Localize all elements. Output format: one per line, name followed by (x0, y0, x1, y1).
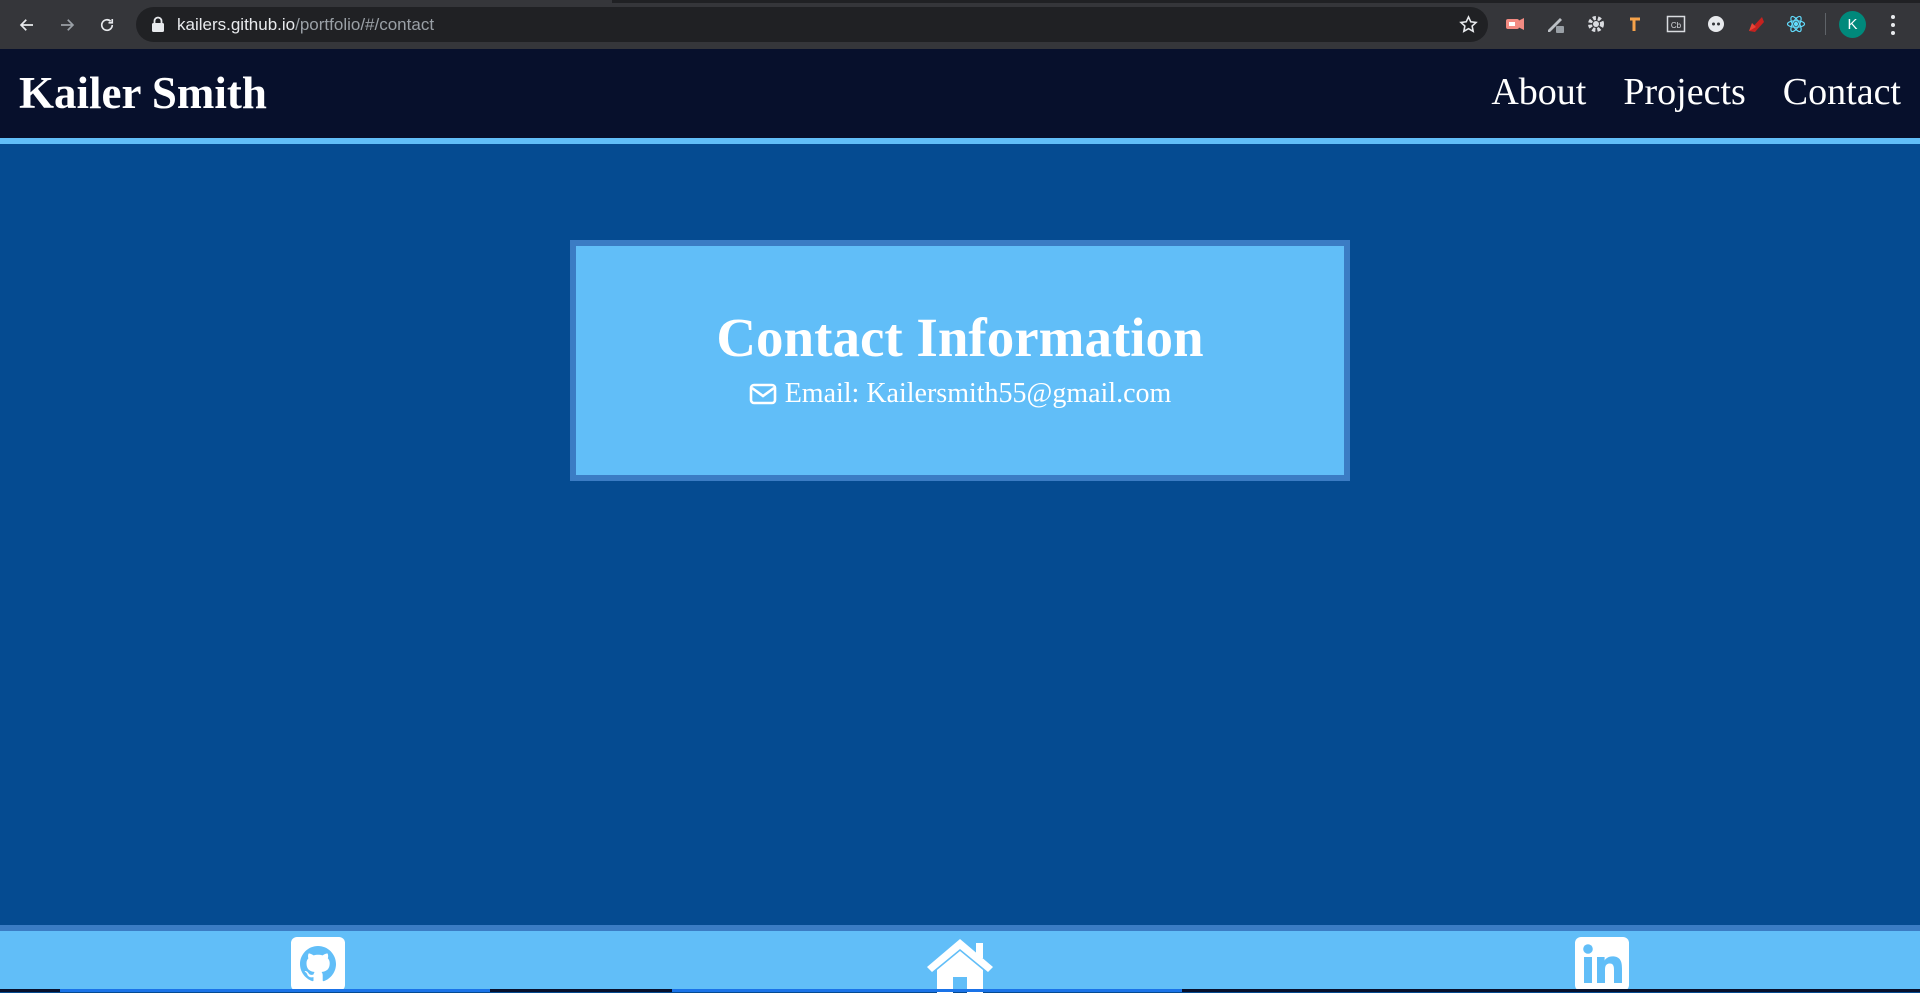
gear-extension-icon[interactable] (1585, 13, 1607, 35)
site-header: Kailer Smith About Projects Contact (0, 49, 1920, 144)
pickaxe-extension-icon[interactable] (1625, 13, 1647, 35)
main-nav: About Projects Contact (1491, 67, 1901, 117)
site-footer (0, 925, 1920, 993)
pen-extension-icon[interactable] (1544, 13, 1566, 35)
video-extension-icon[interactable] (1504, 13, 1526, 35)
nav-link-about[interactable]: About (1491, 67, 1586, 117)
url-host: kailers.github.io (177, 15, 296, 34)
cb-extension-icon[interactable]: Cb (1665, 13, 1687, 35)
linkedin-icon (1575, 937, 1629, 991)
header-divider (0, 138, 1920, 144)
tab-strip (0, 0, 1920, 3)
back-button[interactable] (12, 10, 42, 40)
contact-title: Contact Information (716, 307, 1204, 368)
toolbar-divider (1825, 13, 1826, 35)
email-text[interactable]: Email: Kailersmith55@gmail.com (785, 378, 1172, 410)
circle-extension-icon[interactable] (1705, 13, 1727, 35)
github-icon (291, 937, 345, 991)
browser-toolbar: kailers.github.io/portfolio/#/contact Cb… (0, 0, 1920, 49)
profile-avatar[interactable]: K (1839, 11, 1866, 38)
envelope-icon (749, 383, 776, 405)
linkedin-link[interactable] (1575, 937, 1629, 991)
ruby-extension-icon[interactable] (1745, 13, 1767, 35)
arrow-left-icon (19, 19, 33, 31)
reload-button[interactable] (92, 10, 122, 40)
email-row: Email: Kailersmith55@gmail.com (576, 378, 1344, 410)
bookmark-star-icon[interactable] (1459, 15, 1478, 34)
site-brand[interactable]: Kailer Smith (19, 65, 267, 121)
react-devtools-icon[interactable] (1785, 13, 1807, 35)
arrow-right-icon (61, 19, 75, 31)
cb-extension-label: Cb (1671, 21, 1682, 30)
url-text: kailers.github.io/portfolio/#/contact (177, 7, 434, 42)
browser-menu-button[interactable] (1884, 13, 1902, 37)
active-tab[interactable] (0, 0, 612, 3)
address-bar[interactable]: kailers.github.io/portfolio/#/contact (136, 7, 1488, 42)
home-link[interactable] (925, 937, 995, 993)
home-icon (927, 939, 993, 993)
nav-link-projects[interactable]: Projects (1623, 67, 1745, 117)
reload-icon (100, 18, 114, 32)
github-link[interactable] (291, 937, 345, 991)
lock-icon (152, 16, 164, 32)
contact-card: Contact Information Email: Kailersmith55… (570, 240, 1350, 481)
forward-button[interactable] (52, 10, 82, 40)
url-path: /portfolio/#/contact (295, 15, 435, 34)
nav-link-contact[interactable]: Contact (1783, 67, 1901, 117)
